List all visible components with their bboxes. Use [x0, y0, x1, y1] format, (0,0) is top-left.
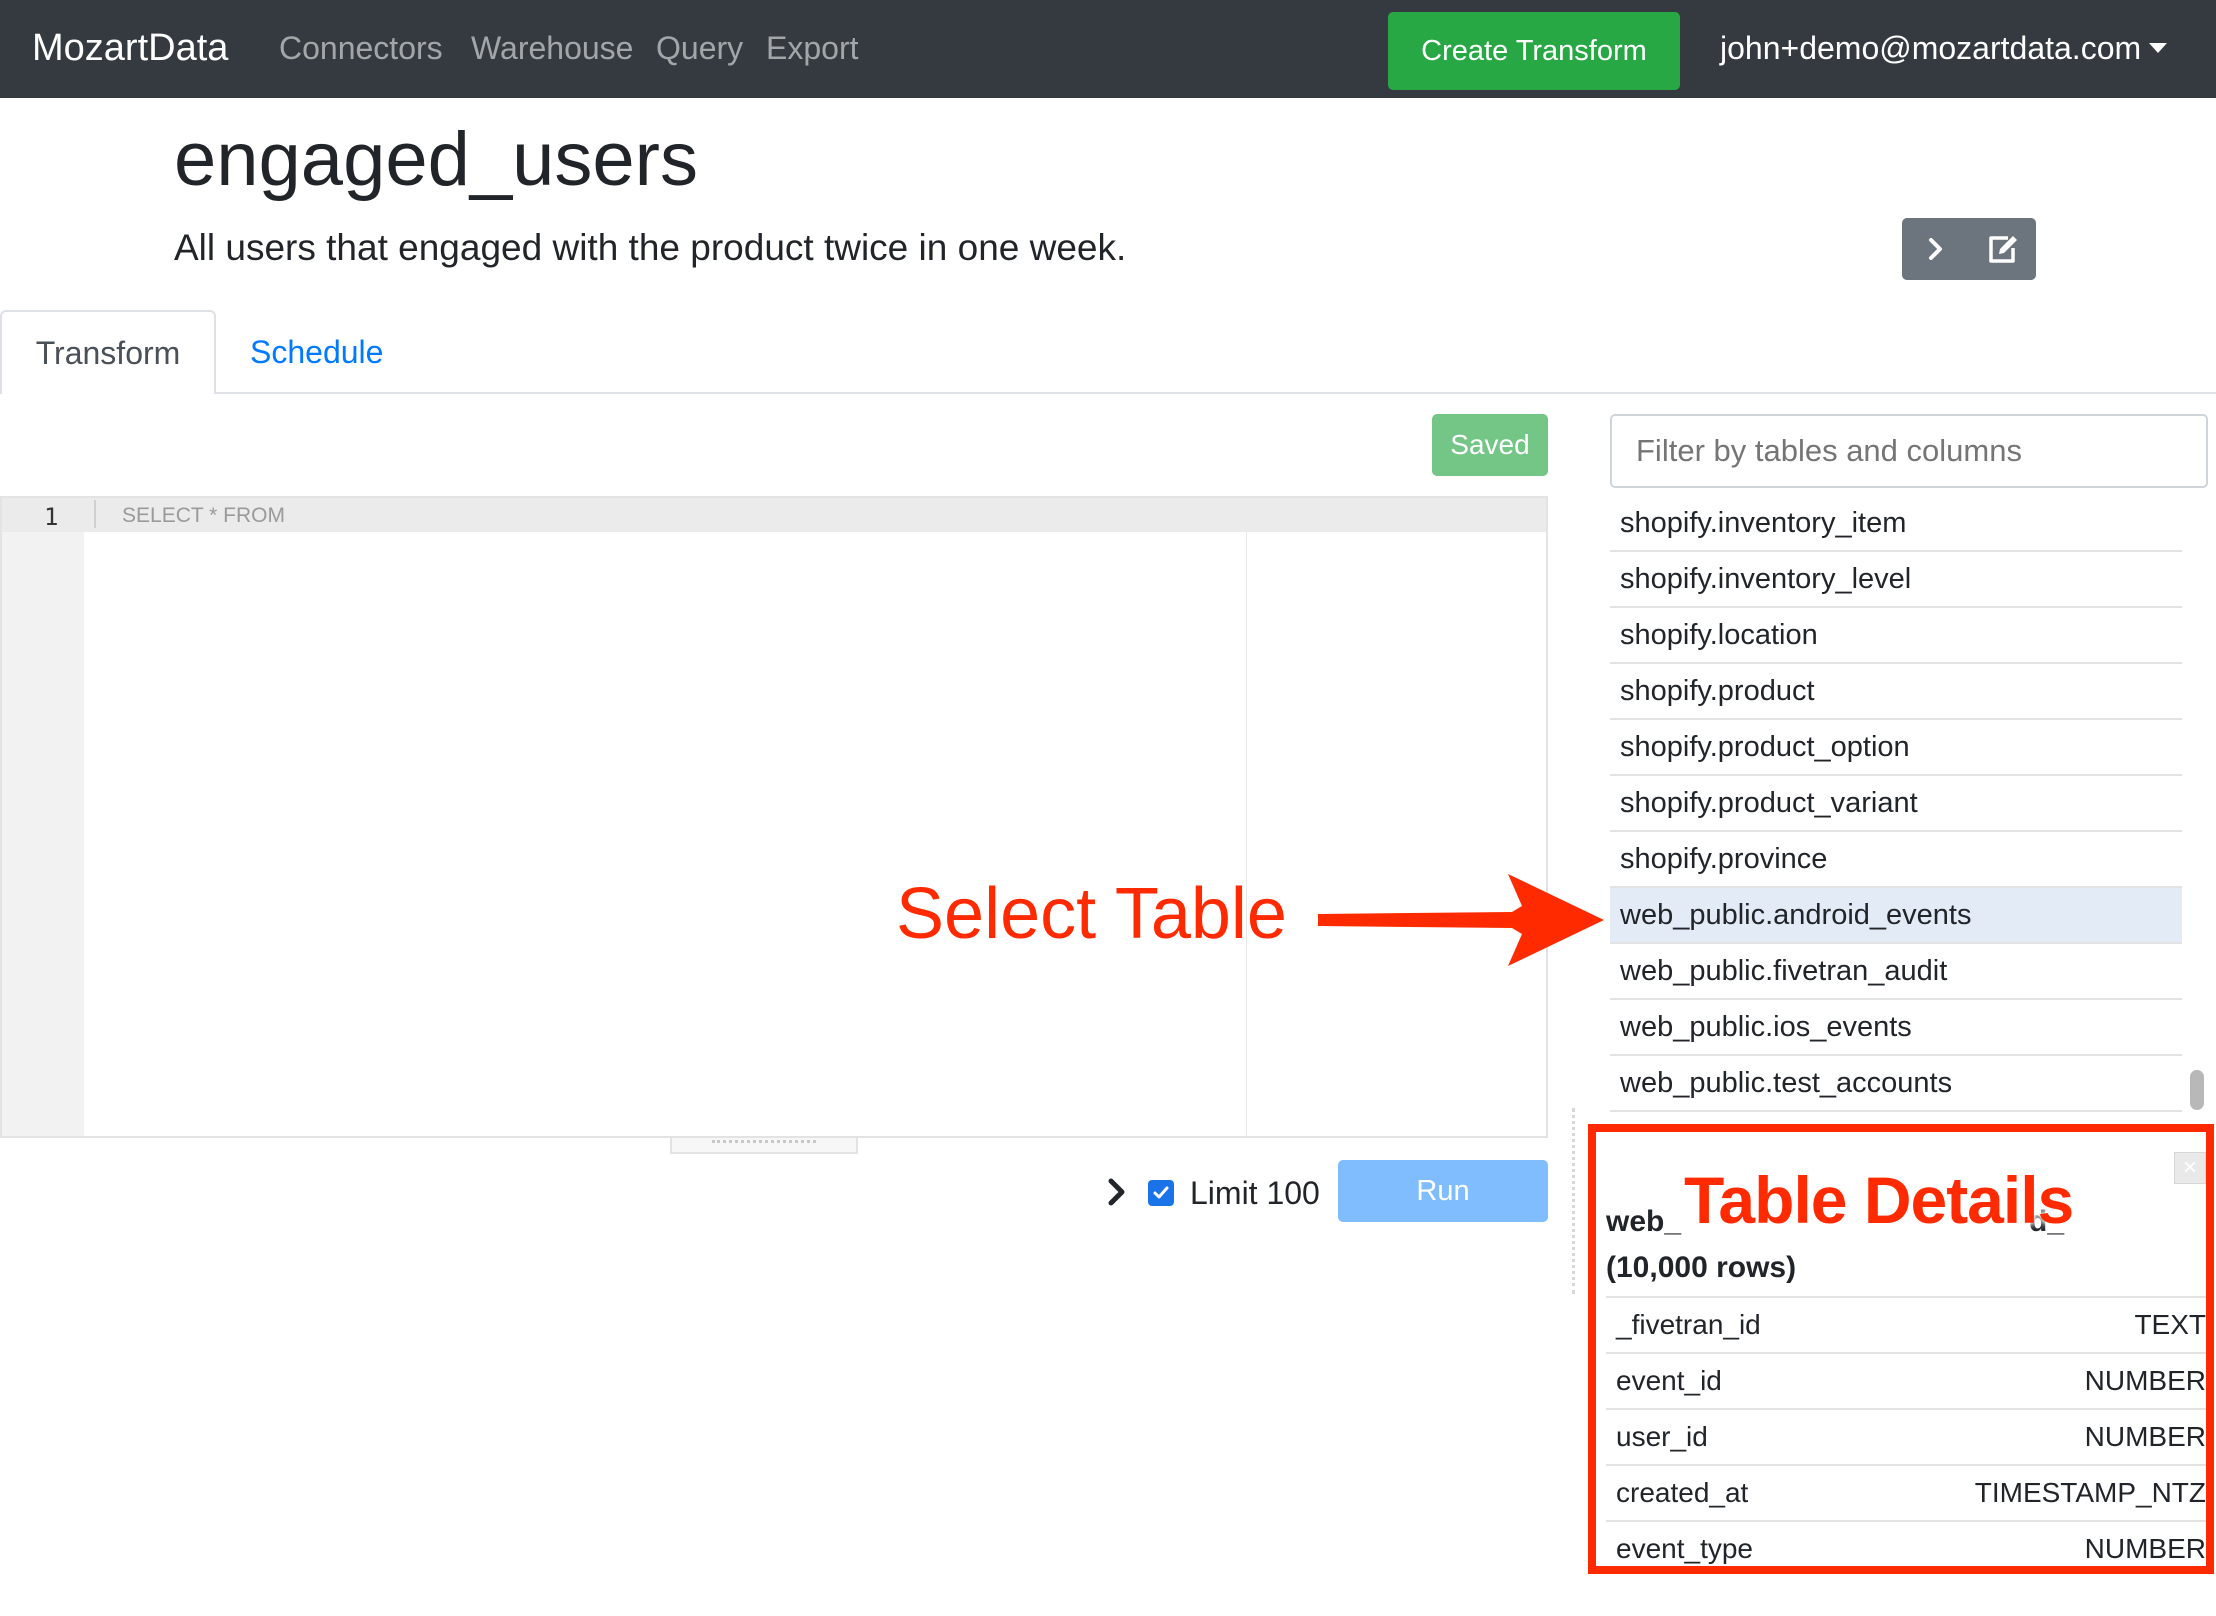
chevron-right-icon: [1108, 1178, 1125, 1206]
column-type: TIMESTAMP_NTZ: [1974, 1477, 2206, 1508]
table-list-item[interactable]: shopify.inventory_level: [1610, 552, 2182, 608]
details-name-left: web_: [1606, 1205, 1682, 1238]
user-email: john+demo@mozartdata.com: [1720, 30, 2142, 66]
table-list: shopify.inventory_item shopify.inventory…: [1610, 496, 2182, 1112]
column-row: event_id NUMBER: [1606, 1352, 2206, 1408]
details-drag-edge: [1572, 1108, 1582, 1294]
expand-button[interactable]: [1902, 218, 1969, 280]
tabs-divider: [0, 392, 2216, 394]
table-list-item[interactable]: shopify.inventory_item: [1610, 496, 2182, 552]
tab-schedule[interactable]: Schedule: [250, 330, 383, 374]
column-name: user_id: [1616, 1421, 1708, 1452]
close-icon[interactable]: ×: [2174, 1152, 2206, 1184]
run-options-toggle[interactable]: [1106, 1176, 1128, 1213]
column-name: event_id: [1616, 1365, 1722, 1396]
table-list-item[interactable]: web_public.test_accounts: [1610, 1056, 2182, 1112]
table-details-panel: × web_ d_ (10,000 rows) _fivetran_id TEXT…: [1588, 1124, 2214, 1574]
table-list-scrollbar[interactable]: [2190, 1070, 2204, 1110]
header-button-group: [1902, 218, 2036, 280]
chevron-right-icon: [1928, 238, 1942, 260]
table-list-item[interactable]: shopify.province: [1610, 832, 2182, 888]
saved-button[interactable]: Saved: [1432, 414, 1548, 476]
table-list-item[interactable]: shopify.location: [1610, 608, 2182, 664]
nav-link-export[interactable]: Export: [766, 26, 858, 70]
column-type: TEXT: [2134, 1309, 2206, 1340]
page-title: engaged_users: [174, 117, 698, 202]
editor-resize-handle[interactable]: [670, 1138, 858, 1154]
column-type: NUMBER: [2084, 1533, 2206, 1564]
annotation-select-table: Select Table: [896, 874, 1287, 954]
annotation-arrow-icon: [1318, 874, 1604, 966]
column-row: _fivetran_id TEXT: [1606, 1296, 2206, 1352]
column-name: created_at: [1616, 1477, 1749, 1508]
table-list-item[interactable]: shopify.product_variant: [1610, 776, 2182, 832]
column-type: NUMBER: [2084, 1421, 2206, 1452]
column-name: _fivetran_id: [1616, 1309, 1761, 1340]
top-navbar: MozartData Connectors Warehouse Query Ex…: [0, 0, 2216, 98]
print-margin: [1246, 532, 1247, 1136]
checkmark-icon: [1153, 1186, 1169, 1199]
table-list-item[interactable]: web_public.ios_events: [1610, 1000, 2182, 1056]
page-description: All users that engaged with the product …: [174, 227, 1127, 268]
table-filter-input[interactable]: [1610, 414, 2208, 488]
edit-button[interactable]: [1969, 218, 2036, 280]
limit-checkbox[interactable]: [1148, 1180, 1174, 1206]
tab-transform[interactable]: Transform: [0, 310, 216, 394]
run-button[interactable]: Run: [1338, 1160, 1548, 1222]
line-number: 1: [44, 503, 59, 531]
sql-editor[interactable]: 1 SELECT * FROM: [0, 496, 1548, 1138]
table-list-item[interactable]: shopify.product: [1610, 664, 2182, 720]
column-row: event_type NUMBER: [1606, 1520, 2206, 1566]
column-row: created_at TIMESTAMP_NTZ: [1606, 1464, 2206, 1520]
table-list-item[interactable]: web_public.fivetran_audit: [1610, 944, 2182, 1000]
nav-link-query[interactable]: Query: [656, 26, 743, 70]
editor-placeholder: SELECT * FROM: [122, 504, 285, 527]
columns-table: _fivetran_id TEXT event_id NUMBER user_i…: [1606, 1296, 2206, 1566]
table-list-item-selected[interactable]: web_public.android_events: [1610, 888, 2182, 944]
edit-icon: [1988, 236, 2017, 263]
brand-logo[interactable]: MozartData: [32, 24, 228, 72]
nav-link-connectors[interactable]: Connectors: [279, 26, 443, 70]
table-list-item[interactable]: shopify.product_option: [1610, 720, 2182, 776]
nav-link-warehouse[interactable]: Warehouse: [471, 26, 633, 70]
user-menu-dropdown[interactable]: john+demo@mozartdata.com: [1720, 26, 2168, 70]
gutter-separator: [94, 500, 96, 528]
column-type: NUMBER: [2084, 1365, 2206, 1396]
column-name: event_type: [1616, 1533, 1753, 1564]
create-transform-button[interactable]: Create Transform: [1388, 12, 1680, 90]
details-row-count: (10,000 rows): [1606, 1251, 1797, 1284]
limit-label: Limit 100: [1190, 1175, 1320, 1211]
caret-down-icon: [2149, 43, 2168, 53]
editor-gutter: [2, 498, 84, 1136]
resize-grip: [712, 1140, 816, 1146]
column-row: user_id NUMBER: [1606, 1408, 2206, 1464]
annotation-table-details: Table Details: [1684, 1163, 2074, 1237]
